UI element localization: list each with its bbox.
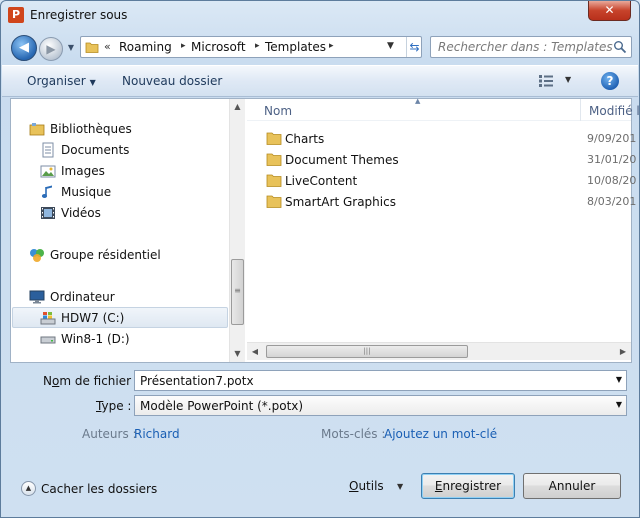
navigation-pane: Bibliothèques Documents Images Musique V…: [11, 99, 245, 362]
scroll-thumb[interactable]: ≡: [231, 259, 244, 325]
breadcrumb-separator[interactable]: ▸: [255, 41, 260, 51]
title-bar[interactable]: P Enregistrer sous ✕: [1, 1, 639, 31]
folder-icon: [266, 174, 282, 187]
breadcrumb-templates[interactable]: Templates: [265, 40, 326, 54]
save-button[interactable]: Enregistrer: [421, 473, 515, 499]
sort-arrow-icon: ▲: [415, 97, 421, 105]
cancel-button[interactable]: Annuler: [523, 473, 621, 499]
keywords-label: Mots-clés :: [321, 427, 386, 441]
file-row[interactable]: LiveContent 10/08/20: [247, 170, 636, 191]
tools-button[interactable]: Outils: [349, 479, 384, 493]
file-row[interactable]: Document Themes 31/01/20: [247, 149, 636, 170]
column-header-date[interactable]: Modifié l: [589, 104, 640, 118]
scroll-up-arrow[interactable]: ▲: [230, 99, 245, 115]
powerpoint-icon: P: [8, 7, 24, 23]
chevron-down-icon[interactable]: ▼: [397, 482, 403, 491]
filename-label: Nom de fichier :: [43, 374, 139, 388]
overflow-chevron[interactable]: «: [104, 40, 111, 53]
file-type-select[interactable]: Modèle PowerPoint (*.potx) ▼: [134, 395, 627, 416]
breadcrumb-separator[interactable]: ▸: [181, 41, 186, 51]
help-icon[interactable]: ?: [601, 72, 619, 90]
authors-field[interactable]: Richard: [134, 427, 180, 441]
back-button[interactable]: ◀: [11, 35, 37, 61]
scroll-left-arrow[interactable]: ◀: [247, 343, 263, 360]
computer-icon: [29, 290, 45, 304]
music-icon: [41, 185, 52, 198]
column-headers: ▲ Nom Modifié l: [247, 97, 640, 121]
chevron-down-icon: ▼: [67, 43, 75, 52]
homegroup-icon: [30, 249, 44, 262]
arrow-right-icon: ▶: [46, 42, 56, 56]
close-button[interactable]: ✕: [588, 1, 631, 21]
recent-locations-button[interactable]: ▼: [65, 41, 77, 55]
documents-icon: [42, 142, 54, 158]
column-divider[interactable]: [580, 99, 581, 121]
folder-icon: [266, 153, 282, 166]
horizontal-scrollbar[interactable]: ◀ ||| ▶: [247, 342, 631, 360]
refresh-button[interactable]: ⇆: [406, 37, 422, 57]
column-header-name[interactable]: Nom: [264, 104, 292, 118]
scroll-right-arrow[interactable]: ▶: [615, 343, 631, 360]
view-options-dropdown[interactable]: ▼: [565, 75, 571, 84]
chevron-down-icon[interactable]: ▼: [616, 375, 622, 384]
chevron-up-icon: ▲: [21, 481, 36, 496]
type-label: Type :: [96, 399, 132, 413]
new-folder-button[interactable]: Nouveau dossier: [122, 74, 222, 88]
window-title: Enregistrer sous: [30, 8, 128, 22]
arrow-left-icon: ◀: [19, 40, 29, 55]
keywords-field[interactable]: Ajoutez un mot-clé: [384, 427, 497, 441]
folder-icon: [266, 195, 282, 208]
navigation-scrollbar[interactable]: ▲ ≡ ▼: [229, 99, 245, 362]
drive-icon: [40, 336, 56, 344]
view-options-icon[interactable]: [538, 74, 554, 88]
windows-drive-icon: [40, 312, 56, 325]
scroll-thumb[interactable]: |||: [266, 345, 468, 358]
address-dropdown[interactable]: ▼: [387, 41, 394, 51]
forward-button[interactable]: ▶: [39, 37, 63, 61]
videos-icon: [41, 207, 55, 219]
file-row[interactable]: Charts 9/09/201: [247, 128, 636, 149]
breadcrumb-roaming[interactable]: Roaming: [119, 40, 172, 54]
search-placeholder: Rechercher dans : Templates: [438, 40, 613, 54]
folder-icon: [266, 132, 282, 145]
file-row[interactable]: SmartArt Graphics 8/03/201: [247, 191, 636, 212]
search-input[interactable]: Rechercher dans : Templates: [430, 36, 632, 58]
chevron-down-icon: ▼: [89, 78, 96, 87]
images-icon: [40, 165, 56, 178]
file-list: ▲ Nom Modifié l Charts 9/09/201 Document…: [247, 97, 640, 362]
libraries-icon: [29, 123, 45, 136]
search-icon[interactable]: [613, 40, 627, 54]
filename-input[interactable]: Présentation7.potx ▼: [134, 370, 627, 391]
chevron-down-icon[interactable]: ▼: [616, 400, 622, 409]
address-bar[interactable]: « Roaming ▸ Microsoft ▸ Templates ▸ ▼ ⇆: [80, 36, 422, 58]
breadcrumb-microsoft[interactable]: Microsoft: [191, 40, 246, 54]
breadcrumb-separator[interactable]: ▸: [329, 41, 334, 51]
scroll-down-arrow[interactable]: ▼: [230, 346, 245, 362]
browser-pane: Bibliothèques Documents Images Musique V…: [10, 97, 640, 363]
authors-label: Auteurs :: [82, 427, 137, 441]
organize-button[interactable]: Organiser ▼: [27, 74, 96, 88]
save-as-dialog: P Enregistrer sous ✕ ◀ ▶ ▼ « Roaming ▸ M…: [0, 0, 640, 518]
folder-icon: [85, 42, 99, 53]
command-bar: Organiser ▼ Nouveau dossier ▼ ?: [2, 65, 638, 97]
refresh-icon: ⇆: [409, 40, 420, 54]
